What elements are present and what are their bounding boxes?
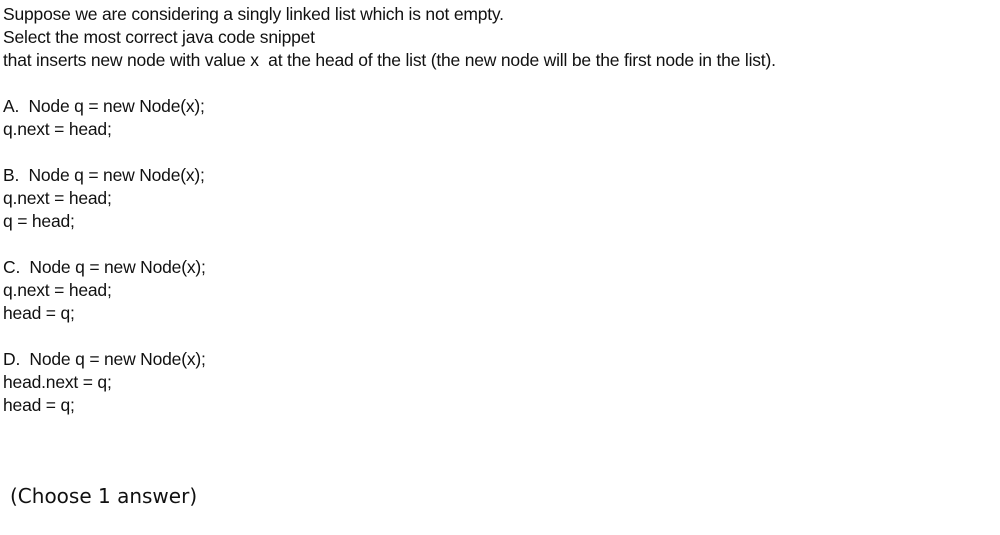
option-c: C. Node q = new Node(x); q.next = head; … xyxy=(3,256,993,325)
code-line: C. Node q = new Node(x); xyxy=(3,257,206,277)
code-line: head = q; xyxy=(3,303,75,323)
code-line: head.next = q; xyxy=(3,372,112,392)
stem-line: that inserts new node with value x at th… xyxy=(3,50,776,70)
option-d: D. Node q = new Node(x); head.next = q; … xyxy=(3,348,993,417)
stem-line: Suppose we are considering a singly link… xyxy=(3,4,504,24)
choose-answer-hint: (Choose 1 answer) xyxy=(10,484,198,508)
code-line: B. Node q = new Node(x); xyxy=(3,165,205,185)
code-line: D. Node q = new Node(x); xyxy=(3,349,206,369)
code-line: head = q; xyxy=(3,395,75,415)
code-line: q.next = head; xyxy=(3,188,112,208)
code-line: q = head; xyxy=(3,211,75,231)
code-line: A. Node q = new Node(x); xyxy=(3,96,205,116)
option-a: A. Node q = new Node(x); q.next = head; xyxy=(3,95,993,141)
stem-line: Select the most correct java code snippe… xyxy=(3,27,315,47)
code-line: q.next = head; xyxy=(3,280,112,300)
question-image: Suppose we are considering a singly link… xyxy=(3,3,993,417)
code-line: q.next = head; xyxy=(3,119,112,139)
question-stem: Suppose we are considering a singly link… xyxy=(3,3,993,72)
option-b: B. Node q = new Node(x); q.next = head; … xyxy=(3,164,993,233)
